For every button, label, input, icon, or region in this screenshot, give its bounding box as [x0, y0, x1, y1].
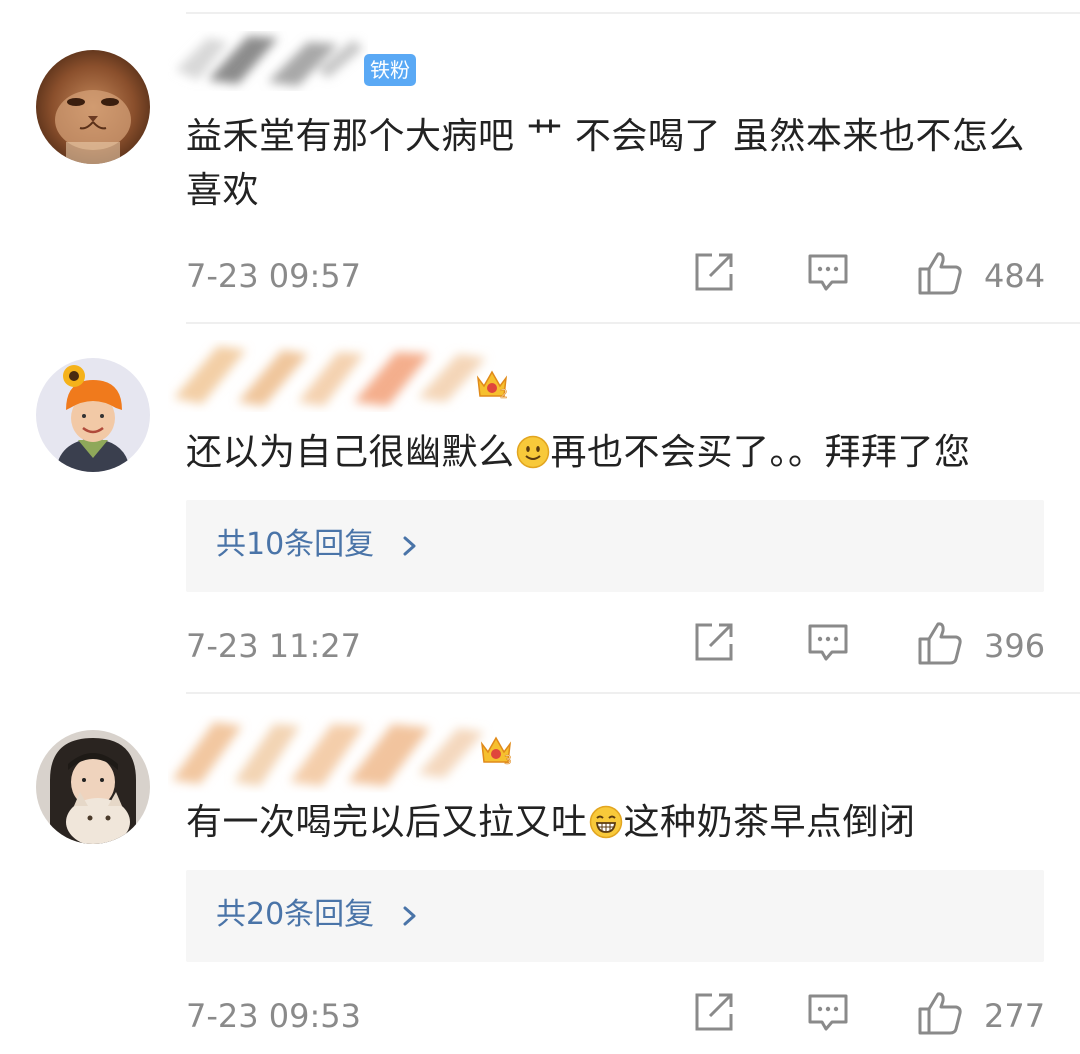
replies-count-link[interactable]: 共20条回复: [216, 895, 374, 935]
share-button[interactable]: [692, 620, 736, 664]
like-button[interactable]: [916, 990, 964, 1036]
comment-text-part: 这种奶茶早点倒闭: [623, 802, 916, 843]
username-blurred[interactable]: [168, 20, 368, 100]
comment-icon: [808, 994, 848, 1031]
chevron-right-icon: [403, 536, 416, 556]
comment-icon: [808, 254, 848, 291]
like-count: 484: [984, 257, 1046, 295]
svg-text:3: 3: [504, 753, 512, 767]
comment-item: 铁粉 益禾堂有那个大病吧 艹 不会喝了 虽然本来也不怎么喜欢 7-23 09:5…: [0, 0, 1080, 320]
comment-meta: 7-23 09:57 484: [186, 250, 1046, 300]
replies-expander[interactable]: 共20条回复: [186, 870, 1044, 962]
reply-button[interactable]: [806, 990, 850, 1034]
comment-meta: 7-23 11:27 396: [186, 620, 1046, 670]
share-button[interactable]: [692, 990, 736, 1034]
cat-face-avatar: [36, 50, 150, 164]
share-icon: [695, 623, 733, 661]
person-with-cat-avatar: [36, 730, 150, 844]
avatar[interactable]: [36, 50, 150, 164]
like-count: 396: [984, 627, 1046, 665]
smile-emoji: [516, 431, 550, 469]
fan-badge: 铁粉: [364, 54, 416, 86]
timestamp: 7-23 11:27: [186, 627, 362, 665]
avatar[interactable]: [36, 730, 150, 844]
share-button[interactable]: [692, 250, 736, 294]
share-icon: [695, 253, 733, 291]
comment-text: 还以为自己很幽默么 再也不会买了。。拜拜了您: [186, 426, 1046, 480]
like-button[interactable]: [916, 620, 964, 666]
timestamp: 7-23 09:53: [186, 997, 362, 1035]
thumbs-up-icon: [918, 992, 962, 1035]
avatar[interactable]: [36, 358, 150, 472]
replies-count-link[interactable]: 共10条回复: [216, 525, 374, 565]
like-count: 277: [984, 997, 1046, 1035]
comment-item: 2 还以为自己很幽默么 再也不会买了。。拜拜了您 共10条回复 7-23 11:2…: [0, 324, 1080, 692]
timestamp: 7-23 09:57: [186, 257, 362, 295]
reply-button[interactable]: [806, 620, 850, 664]
reply-button[interactable]: [806, 250, 850, 294]
comment-icon: [808, 624, 848, 661]
grin-emoji: [589, 801, 623, 839]
like-button[interactable]: [916, 250, 964, 296]
replies-expander[interactable]: 共10条回复: [186, 500, 1044, 592]
thumbs-up-icon: [918, 252, 962, 295]
comment-text: 益禾堂有那个大病吧 艹 不会喝了 虽然本来也不怎么喜欢: [186, 116, 1025, 211]
comment-text-part: 有一次喝完以后又拉又吐: [186, 802, 588, 843]
crown-level-3-icon: 3: [478, 732, 512, 767]
comment-text: 有一次喝完以后又拉又吐 这种奶茶早点倒闭: [186, 796, 1046, 850]
share-icon: [695, 993, 733, 1031]
comment-meta: 7-23 09:53 277: [186, 990, 1046, 1040]
comment-text-part: 再也不会买了。。拜拜了您: [550, 432, 971, 473]
username-blurred[interactable]: [168, 704, 498, 786]
person-sunflower-hat-avatar: [36, 358, 150, 472]
svg-text:2: 2: [500, 387, 508, 401]
chevron-right-icon: [403, 906, 416, 926]
crown-level-2-icon: 2: [474, 366, 508, 401]
thumbs-up-icon: [918, 622, 962, 665]
comment-text-part: 还以为自己很幽默么: [186, 432, 515, 473]
username-blurred[interactable]: [168, 332, 498, 412]
comment-item: 3 有一次喝完以后又拉又吐这种奶茶早点倒闭 共20条回复 7-23 09:53: [0, 694, 1080, 1054]
